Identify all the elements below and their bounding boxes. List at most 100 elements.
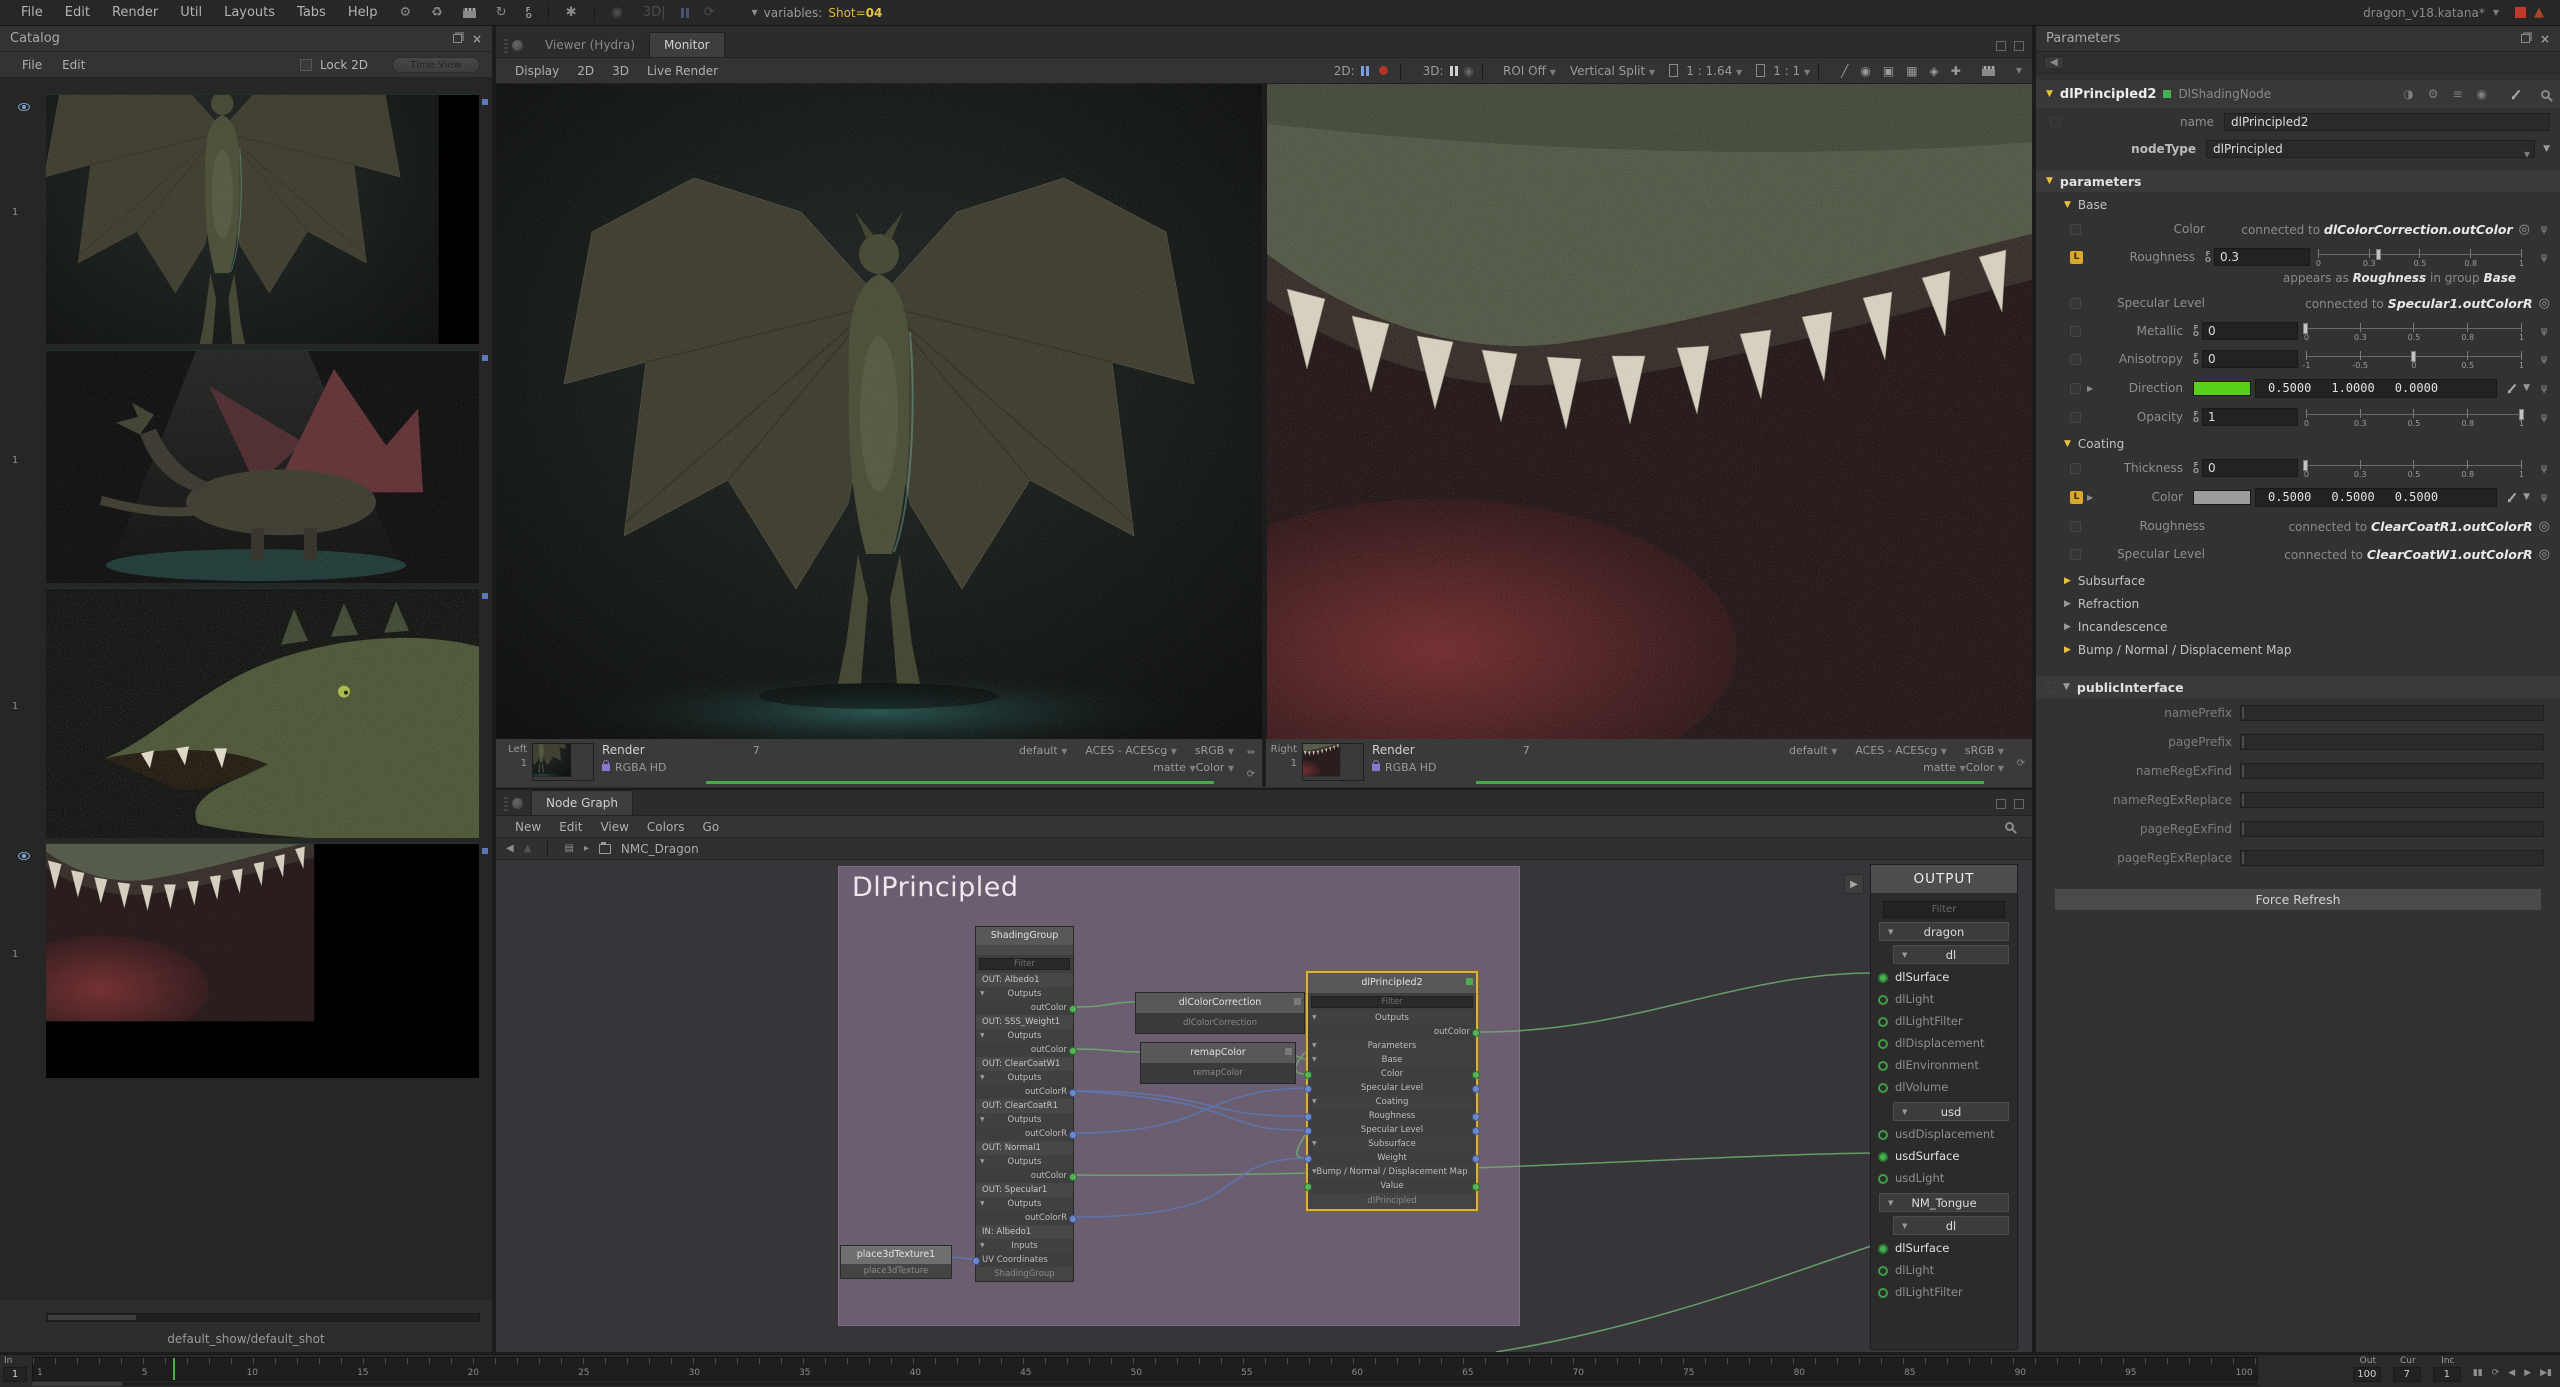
drag-grip[interactable] bbox=[504, 37, 508, 53]
node-row[interactable]: OUT: SSS_Weight1 bbox=[976, 1015, 1073, 1029]
nodegraph-menu-item[interactable]: Edit bbox=[550, 820, 591, 834]
node-row[interactable]: Outputs bbox=[1308, 1011, 1476, 1025]
slot-dropdown[interactable]: default ▼ bbox=[1789, 744, 1837, 757]
in-field[interactable]: 1 bbox=[3, 1367, 27, 1382]
menu-item[interactable]: File bbox=[10, 5, 54, 20]
gear-icon[interactable]: ⚙ bbox=[399, 5, 411, 20]
section-incandescence[interactable]: ▶Incandescence bbox=[2036, 616, 2560, 637]
section-refraction[interactable]: ▶Refraction bbox=[2036, 593, 2560, 614]
search-icon[interactable] bbox=[2541, 90, 2550, 99]
section-subsurface[interactable]: ▶Subsurface bbox=[2036, 570, 2560, 591]
drag-grip[interactable] bbox=[504, 795, 508, 811]
comment-icon[interactable]: ◉ bbox=[2477, 87, 2487, 101]
roi-dropdown[interactable]: ROI Off ▼ bbox=[1503, 64, 1556, 78]
gear-icon[interactable]: ⚙ bbox=[2428, 87, 2439, 101]
section-parameters[interactable]: ▼parameters bbox=[2036, 170, 2560, 192]
record-icon[interactable]: ◉ bbox=[612, 5, 623, 20]
output-terminal[interactable]: usdDisplacement bbox=[1871, 1123, 2017, 1145]
output-terminal[interactable]: dlDisplacement bbox=[1871, 1032, 2017, 1054]
node-row[interactable]: OUT: Specular1 bbox=[976, 1183, 1073, 1197]
back-icon[interactable]: ◀ bbox=[506, 843, 514, 854]
catalog-hscrollbar[interactable] bbox=[46, 1313, 480, 1322]
pause-icon[interactable] bbox=[681, 8, 689, 18]
output-group-dl2[interactable]: dl bbox=[1893, 1216, 2009, 1235]
roughness-input[interactable]: 0.3 bbox=[2214, 248, 2310, 266]
slot-dropdown[interactable]: default ▼ bbox=[1019, 744, 1067, 757]
node-row[interactable]: Value bbox=[1308, 1179, 1476, 1193]
anisotropy-input[interactable]: 0 bbox=[2202, 350, 2298, 368]
node-filter-input[interactable]: Filter bbox=[979, 958, 1070, 970]
direction-vector-input[interactable]: 0.50001.00000.0000 bbox=[2255, 379, 2497, 398]
close-icon[interactable]: × bbox=[2540, 32, 2550, 46]
node-row[interactable]: OUT: Albedo1 bbox=[976, 973, 1073, 987]
eye-icon[interactable] bbox=[18, 852, 30, 860]
output-group-dragon[interactable]: dragon bbox=[1879, 922, 2009, 941]
node-row[interactable]: OUT: ClearCoatW1 bbox=[976, 1057, 1073, 1071]
monitor-viewport[interactable] bbox=[496, 84, 2032, 739]
node-row[interactable]: Coating bbox=[1308, 1095, 1476, 1109]
name-field[interactable]: dlPrincipled2 bbox=[2224, 113, 2550, 131]
color-dropdown[interactable]: Color ▼ bbox=[1196, 761, 1234, 774]
enable-checkbox[interactable] bbox=[2070, 354, 2081, 365]
pixel-ratio-dropdown[interactable]: 1 : 1.64 ▼ bbox=[1686, 64, 1742, 78]
catalog-item-side[interactable]: 1 bbox=[46, 350, 479, 583]
coat-color-swatch[interactable] bbox=[2193, 490, 2251, 505]
chevron-down-icon[interactable]: ▼ bbox=[2523, 383, 2530, 393]
search-icon[interactable] bbox=[2005, 822, 2014, 831]
output-terminal[interactable]: dlEnvironment bbox=[1871, 1054, 2017, 1076]
ocio-dropdown[interactable]: ACES - ACEScg ▼ bbox=[1855, 744, 1947, 757]
node-filter-input[interactable]: Filter bbox=[1311, 996, 1473, 1008]
node-shadinggroup[interactable]: ShadingGroup Filter OUT: Albedo1Outputso… bbox=[975, 926, 1074, 1282]
color-dropdown[interactable]: Color ▼ bbox=[1966, 761, 2004, 774]
section-public-interface[interactable]: ▼publicInterface bbox=[2036, 676, 2560, 698]
play-button[interactable]: ▶ bbox=[2524, 1368, 2531, 1378]
text-input[interactable] bbox=[2240, 763, 2544, 779]
node-row[interactable]: OUT: ClearCoatR1 bbox=[976, 1099, 1073, 1113]
split-pane-icon[interactable] bbox=[1996, 799, 2006, 809]
play-icon[interactable]: ▶ bbox=[1844, 874, 1864, 894]
frame-ruler[interactable]: 1510152025303540455055606570758085909510… bbox=[32, 1357, 2258, 1381]
output-terminal[interactable]: dlLight bbox=[1871, 988, 2017, 1010]
step-back-button[interactable]: ◀ bbox=[2508, 1368, 2515, 1378]
monitor-menu-item[interactable]: 2D bbox=[568, 64, 603, 78]
view-transform-dropdown[interactable]: sRGB ▼ bbox=[1195, 744, 1234, 757]
node-row[interactable]: Base bbox=[1308, 1053, 1476, 1067]
expression-icon[interactable]: ⋔ bbox=[2538, 411, 2550, 424]
node-row[interactable]: Outputs bbox=[976, 1071, 1073, 1085]
nodegraph-menu-item[interactable]: View bbox=[591, 820, 637, 834]
node-row[interactable]: Outputs bbox=[976, 1113, 1073, 1127]
catalog-menu-item[interactable]: File bbox=[12, 58, 52, 72]
cur-field[interactable]: 7 bbox=[2393, 1367, 2421, 1382]
render-pane-right[interactable] bbox=[1267, 84, 2032, 739]
output-terminal[interactable]: dlLightFilter bbox=[1871, 1281, 2017, 1303]
text-input[interactable] bbox=[2240, 821, 2544, 837]
keyframe-icon[interactable]: FO bbox=[526, 7, 532, 19]
node-row[interactable]: OUT: Normal1 bbox=[976, 1141, 1073, 1155]
roughness-slider[interactable]: 00.30.50.81 bbox=[2318, 245, 2522, 269]
output-terminal[interactable]: dlLight bbox=[1871, 1259, 2017, 1281]
expand-arrow-icon[interactable]: ▶ bbox=[2087, 493, 2095, 502]
text-input[interactable] bbox=[2240, 850, 2544, 866]
catalog-item-head[interactable]: 1 bbox=[46, 588, 479, 838]
opacity-input[interactable]: 1 bbox=[2202, 408, 2298, 426]
node-row[interactable]: Weight bbox=[1308, 1151, 1476, 1165]
node-row[interactable]: Bump / Normal / Displacement Map bbox=[1308, 1165, 1476, 1179]
expression-icon[interactable]: ⋔ bbox=[2538, 251, 2550, 264]
back-icon[interactable]: ◀ bbox=[2044, 56, 2064, 69]
output-group-dl[interactable]: dl bbox=[1893, 945, 2009, 964]
menu-item[interactable]: Render bbox=[101, 5, 169, 20]
output-terminal[interactable]: dlLightFilter bbox=[1871, 1010, 2017, 1032]
enable-checkbox[interactable] bbox=[2070, 549, 2081, 560]
expand-icon[interactable]: ⇔ bbox=[1247, 747, 1255, 758]
node-place3dtexture[interactable]: place3dTexture1 place3dTexture bbox=[840, 1245, 952, 1279]
section-base[interactable]: ▼Base bbox=[2036, 194, 2560, 215]
split-mode-dropdown[interactable]: Vertical Split ▼ bbox=[1570, 64, 1655, 78]
step-forward-button[interactable]: ▶▮ bbox=[2540, 1368, 2552, 1378]
menu-item[interactable]: Tabs bbox=[286, 5, 337, 20]
menu-item[interactable]: Help bbox=[337, 5, 389, 20]
menu-item[interactable]: Util bbox=[169, 5, 213, 20]
nodegraph-menu-item[interactable]: Colors bbox=[638, 820, 694, 834]
matte-dropdown[interactable]: matte ▼ bbox=[1923, 761, 1966, 774]
layers-icon[interactable]: ▣ bbox=[1883, 64, 1894, 78]
node-row[interactable]: outColor bbox=[976, 1001, 1073, 1015]
